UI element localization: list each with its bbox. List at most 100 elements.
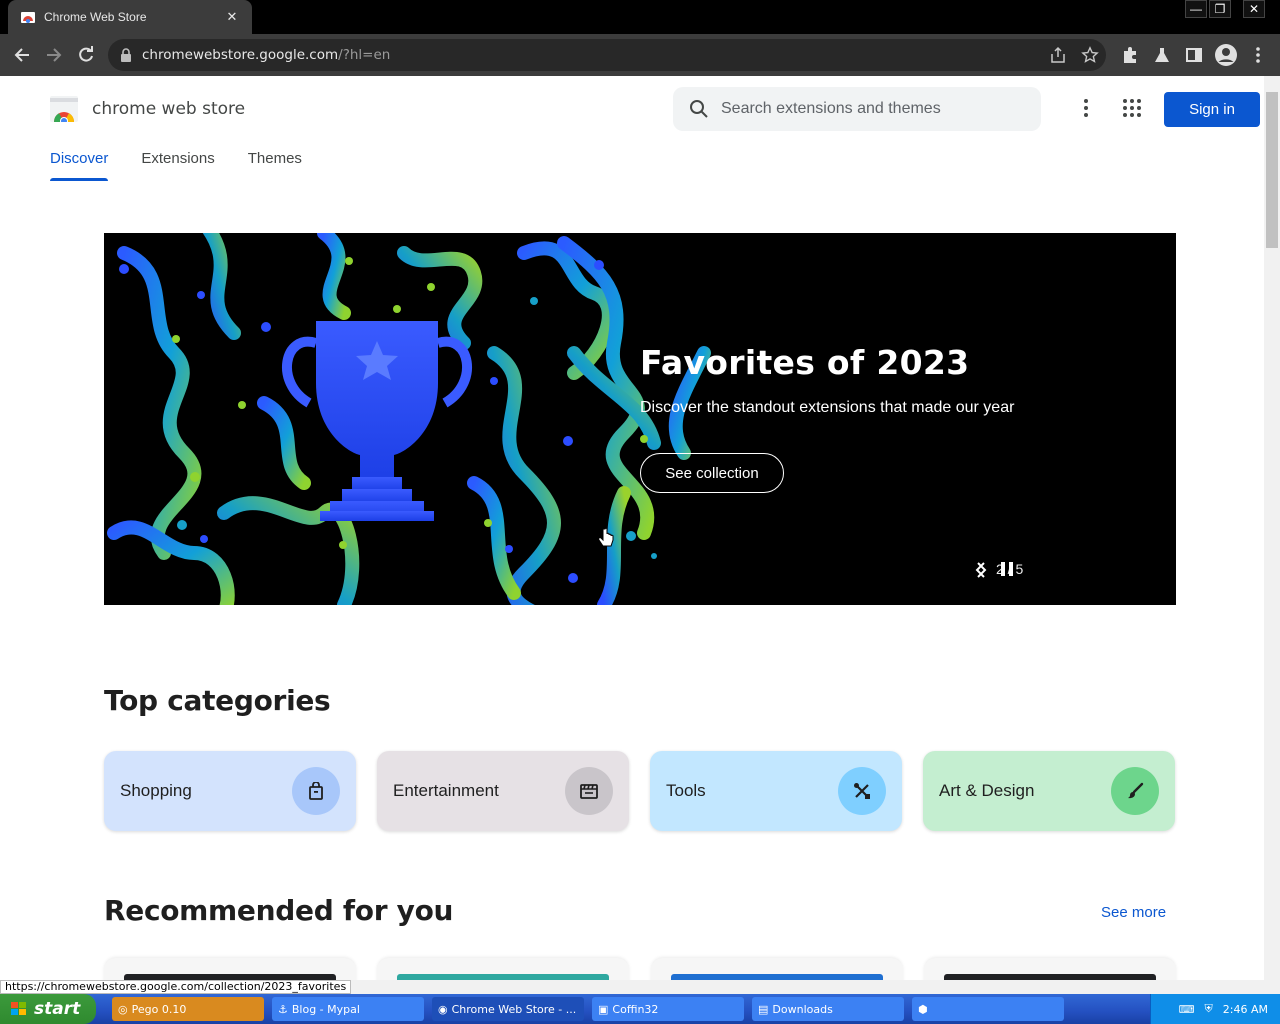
hero-carousel[interactable]: Favorites of 2023 Discover the standout … xyxy=(104,233,1176,605)
browser-tab[interactable]: Chrome Web Store ✕ xyxy=(8,0,252,34)
start-button[interactable]: start xyxy=(0,994,96,1024)
puzzle-icon xyxy=(1124,47,1136,63)
taskbar-item-blog[interactable]: ⚓ Blog - Mypal xyxy=(272,997,424,1021)
bookmark-button[interactable] xyxy=(1074,39,1106,71)
url-path: /?hl=en xyxy=(338,47,391,63)
category-icon-circle xyxy=(838,767,886,815)
hand-cursor-icon xyxy=(598,528,614,547)
profile-button[interactable] xyxy=(1210,39,1242,71)
more-options-icon[interactable] xyxy=(1074,96,1098,120)
app-icon: ⚓ xyxy=(278,1002,288,1016)
category-shopping[interactable]: Shopping xyxy=(104,751,356,831)
url-text: chromewebstore.google.com/?hl=en xyxy=(142,47,390,63)
chrome-web-store-favicon xyxy=(21,12,35,23)
close-window-button[interactable]: ✕ xyxy=(1243,0,1265,18)
see-more-link[interactable]: See more xyxy=(1101,904,1166,921)
side-panel-icon xyxy=(1186,48,1202,62)
minimize-button[interactable]: — xyxy=(1185,0,1207,18)
scrollbar-thumb[interactable] xyxy=(1266,92,1278,248)
category-label: Art & Design xyxy=(939,781,1035,800)
taskbar-item-unnamed[interactable]: ⬢ xyxy=(912,997,1064,1021)
toolbar-right xyxy=(1114,39,1274,71)
category-icon-circle xyxy=(292,767,340,815)
restore-button[interactable]: ❐ xyxy=(1209,0,1231,18)
vertical-scrollbar[interactable] xyxy=(1264,76,1280,980)
taskbar-item-pego[interactable]: ◎ Pego 0.10 xyxy=(112,997,264,1021)
store-name: chrome web store xyxy=(92,99,246,119)
side-panel-button[interactable] xyxy=(1178,39,1210,71)
system-tray: ⌨ ⛨ 2:46 AM xyxy=(1150,994,1280,1024)
reload-icon xyxy=(79,46,93,62)
task-label: Blog - Mypal xyxy=(291,1002,360,1016)
windows-logo-icon xyxy=(11,1002,26,1015)
category-label: Shopping xyxy=(120,781,192,800)
extensions-button[interactable] xyxy=(1114,39,1146,71)
chrome-menu-button[interactable] xyxy=(1242,39,1274,71)
shield-icon[interactable]: ⛨ xyxy=(1205,1002,1213,1016)
category-icon-circle xyxy=(1111,767,1159,815)
search-icon xyxy=(690,100,708,118)
task-label: Coffin32 xyxy=(612,1002,659,1016)
google-apps-icon[interactable] xyxy=(1120,96,1144,120)
carousel-pager: 2 / 5 xyxy=(974,561,1045,579)
see-collection-button[interactable]: See collection xyxy=(640,453,784,493)
back-button[interactable] xyxy=(6,39,38,71)
store-logo[interactable]: chrome web store xyxy=(50,96,245,122)
recommended-card[interactable] xyxy=(104,958,356,980)
top-categories-heading: Top categories xyxy=(104,684,331,717)
recommended-card[interactable] xyxy=(651,958,903,980)
status-bar-url: https://chromewebstore.google.com/collec… xyxy=(0,980,352,994)
search-box[interactable] xyxy=(673,87,1041,131)
task-label: Downloads xyxy=(772,1002,833,1016)
trophy-icon xyxy=(282,321,472,521)
reload-button[interactable] xyxy=(70,39,102,71)
tab-strip: Chrome Web Store ✕ — ❐ ✕ xyxy=(0,0,1280,34)
category-label: Entertainment xyxy=(393,781,499,800)
category-icon-circle xyxy=(565,767,613,815)
share-button[interactable] xyxy=(1042,39,1074,71)
sign-in-button[interactable]: Sign in xyxy=(1164,92,1260,127)
start-label: start xyxy=(34,999,81,1019)
category-art-design[interactable]: Art & Design xyxy=(923,751,1175,831)
hero-title: Favorites of 2023 xyxy=(640,343,970,382)
category-label: Tools xyxy=(666,781,706,800)
carousel-pause-icon[interactable] xyxy=(1000,561,1014,577)
web-page: chrome web store Sign in Discover Extens… xyxy=(0,76,1264,980)
recommended-card[interactable] xyxy=(924,958,1176,980)
category-entertainment[interactable]: Entertainment xyxy=(377,751,629,831)
forward-button[interactable] xyxy=(38,39,70,71)
lock-icon xyxy=(121,48,131,62)
task-label: Chrome Web Store - ... xyxy=(451,1002,577,1016)
clapperboard-icon xyxy=(580,784,598,799)
category-list: Shopping Entertainment Tools Art & Desig… xyxy=(104,751,1175,831)
address-bar[interactable]: chromewebstore.google.com/?hl=en xyxy=(108,39,1106,71)
taskbar-item-coffin32[interactable]: ▣ Coffin32 xyxy=(592,997,744,1021)
omnibox-actions xyxy=(1042,39,1106,71)
app-icon: ◉ xyxy=(438,1002,448,1016)
vertical-dots-icon xyxy=(1256,47,1260,63)
taskbar-item-chrome[interactable]: ◉ Chrome Web Store - ... xyxy=(432,997,584,1021)
hero-subtitle: Discover the standout extensions that ma… xyxy=(640,399,1015,416)
tab-close-icon[interactable]: ✕ xyxy=(224,9,240,25)
forward-arrow-icon xyxy=(47,48,62,62)
tab-themes[interactable]: Themes xyxy=(248,150,302,181)
task-label: Pego 0.10 xyxy=(131,1002,187,1016)
star-icon xyxy=(1081,46,1099,63)
keyboard-icon[interactable]: ⌨ xyxy=(1179,1003,1195,1016)
tab-extensions[interactable]: Extensions xyxy=(141,150,214,181)
clock[interactable]: 2:46 AM xyxy=(1223,1003,1268,1016)
app-icon: ⬢ xyxy=(918,1002,928,1016)
taskbar-item-downloads[interactable]: ▤ Downloads xyxy=(752,997,904,1021)
recommended-card[interactable] xyxy=(377,958,629,980)
shopping-bag-icon xyxy=(309,782,323,800)
labs-button[interactable] xyxy=(1146,39,1178,71)
category-tools[interactable]: Tools xyxy=(650,751,902,831)
back-arrow-icon xyxy=(14,48,29,62)
search-input[interactable] xyxy=(721,100,1021,118)
url-host: chromewebstore.google.com xyxy=(142,47,339,63)
flask-icon xyxy=(1155,48,1169,62)
carousel-next-icon[interactable] xyxy=(974,561,988,579)
browser-toolbar: chromewebstore.google.com/?hl=en xyxy=(0,34,1280,76)
store-nav-tabs: Discover Extensions Themes xyxy=(50,150,335,181)
tab-discover[interactable]: Discover xyxy=(50,150,109,181)
